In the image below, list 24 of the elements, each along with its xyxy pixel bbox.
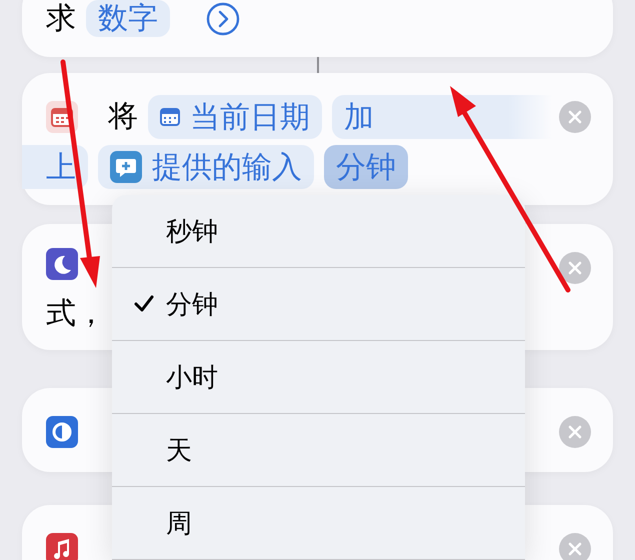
close-icon xyxy=(568,110,582,124)
menu-item[interactable]: 周 xyxy=(112,487,525,560)
checkmark-icon xyxy=(134,295,154,313)
action-text: 求 xyxy=(46,0,76,38)
menu-item[interactable]: 秒钟 xyxy=(112,195,525,268)
variable-token[interactable]: 数字 xyxy=(86,0,170,37)
moon-icon xyxy=(46,248,78,280)
focus-icon xyxy=(46,416,78,448)
action-text: 将 xyxy=(108,98,138,136)
variable-token[interactable]: 分钟 xyxy=(324,145,408,189)
close-icon xyxy=(568,425,582,439)
remove-button[interactable] xyxy=(559,252,591,284)
variable-token[interactable]: 提供的输入 xyxy=(98,145,314,189)
action-text: 式， xyxy=(46,295,106,333)
chevron-circle-icon[interactable] xyxy=(206,2,240,36)
close-icon xyxy=(568,261,582,275)
menu-item[interactable]: 天 xyxy=(112,414,525,487)
calendar-icon xyxy=(160,108,180,126)
variable-token[interactable]: 当前日期 xyxy=(148,95,322,139)
menu-item[interactable]: 分钟 xyxy=(112,268,525,341)
close-icon xyxy=(568,542,582,556)
menu-item[interactable]: 小时 xyxy=(112,341,525,414)
variable-token[interactable]: 上 xyxy=(22,145,88,189)
speech-bubble-plus-icon xyxy=(110,151,142,183)
